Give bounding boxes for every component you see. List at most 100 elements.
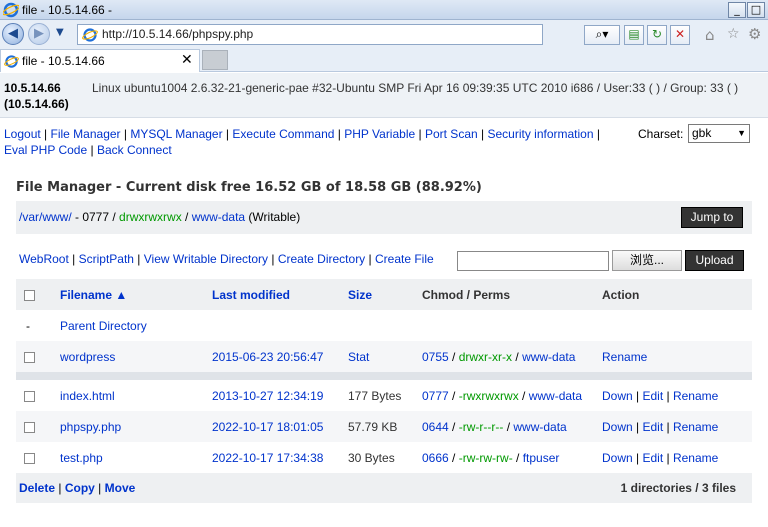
jump-to-button[interactable]: Jump to bbox=[681, 207, 743, 228]
down-link[interactable]: Down bbox=[602, 451, 633, 465]
charset-select[interactable]: gbk ▼ bbox=[688, 124, 750, 143]
modified-link[interactable]: 2022-10-17 17:34:38 bbox=[212, 451, 323, 465]
perms-text: drwxr-xr-x bbox=[458, 349, 513, 364]
edit-link[interactable]: Edit bbox=[642, 389, 663, 403]
address-bar[interactable]: http://10.5.14.66/phpspy.php bbox=[77, 24, 543, 45]
menu-logout[interactable]: Logout bbox=[4, 127, 41, 141]
perms-text: -rw-rw-rw- bbox=[458, 450, 513, 465]
tab-active[interactable]: file - 10.5.14.66 ✕ bbox=[0, 49, 200, 72]
chmod-link[interactable]: 0777 bbox=[422, 389, 449, 403]
page-ie-icon bbox=[82, 28, 98, 42]
path-writable: (Writable) bbox=[245, 210, 301, 224]
perms-text: -rw-r--r-- bbox=[458, 419, 504, 434]
charset-label: Charset: bbox=[638, 127, 684, 141]
parent-directory-link[interactable]: Parent Directory bbox=[60, 319, 147, 333]
home-icon[interactable]: ⌂ bbox=[705, 26, 715, 44]
menu-execute-command[interactable]: Execute Command bbox=[232, 127, 334, 141]
rename-link[interactable]: Rename bbox=[673, 389, 718, 403]
rename-link[interactable]: Rename bbox=[673, 420, 718, 434]
upload-file-input[interactable] bbox=[457, 251, 609, 271]
table-row: wordpress 2015-06-23 20:56:47 Stat 0755 … bbox=[16, 341, 752, 372]
create-directory-link[interactable]: Create Directory bbox=[278, 252, 365, 266]
chmod-link[interactable]: 0644 bbox=[422, 420, 449, 434]
chmod-link[interactable]: 0755 bbox=[422, 350, 449, 364]
edit-link[interactable]: Edit bbox=[642, 451, 663, 465]
size-text: 177 Bytes bbox=[348, 388, 402, 403]
column-action: Action bbox=[598, 279, 752, 310]
new-tab-button[interactable] bbox=[202, 50, 228, 70]
row-checkbox[interactable] bbox=[24, 421, 35, 433]
refresh-icon[interactable]: ↻ bbox=[647, 25, 667, 45]
sort-size[interactable]: Size bbox=[348, 288, 372, 302]
column-chmod: Chmod / Perms bbox=[418, 279, 598, 310]
tab-close-icon[interactable]: ✕ bbox=[181, 52, 193, 68]
sort-filename[interactable]: Filename ▲ bbox=[60, 288, 127, 302]
stat-link[interactable]: Stat bbox=[348, 350, 369, 364]
owner-link[interactable]: www-data bbox=[529, 389, 582, 403]
path-link[interactable]: /var/www/ bbox=[19, 210, 72, 224]
url-text: http://10.5.14.66/phpspy.php bbox=[102, 27, 254, 41]
directory-name-link[interactable]: wordpress bbox=[60, 350, 115, 364]
rename-link[interactable]: Rename bbox=[673, 451, 718, 465]
page-title: File Manager - Current disk free 16.52 G… bbox=[16, 180, 482, 195]
menu-mysql-manager[interactable]: MYSQL Manager bbox=[130, 127, 222, 141]
row-checkbox[interactable] bbox=[24, 390, 35, 402]
owner-link[interactable]: www-data bbox=[513, 420, 566, 434]
view-writable-directory-link[interactable]: View Writable Directory bbox=[144, 252, 268, 266]
edit-link[interactable]: Edit bbox=[642, 420, 663, 434]
menu-eval-php-code[interactable]: Eval PHP Code bbox=[4, 143, 87, 157]
parent-marker: - bbox=[26, 318, 30, 333]
size-text: 30 Bytes bbox=[348, 450, 395, 465]
window-titlebar: file - 10.5.14.66 - _ □ bbox=[0, 0, 768, 20]
chevron-down-icon: ▼ bbox=[737, 128, 746, 138]
favorites-star-icon[interactable]: ☆ bbox=[727, 26, 740, 42]
menu-php-variable[interactable]: PHP Variable bbox=[344, 127, 415, 141]
delete-link[interactable]: Delete bbox=[19, 481, 55, 495]
row-checkbox[interactable] bbox=[24, 452, 35, 464]
ie-logo-icon bbox=[3, 2, 19, 18]
file-name-link[interactable]: index.html bbox=[60, 389, 115, 403]
settings-gear-icon[interactable]: ⚙ bbox=[748, 25, 761, 43]
menu-back-connect[interactable]: Back Connect bbox=[97, 143, 172, 157]
copy-link[interactable]: Copy bbox=[65, 481, 95, 495]
minimize-button[interactable]: _ bbox=[728, 2, 746, 18]
window-title: file - 10.5.14.66 - bbox=[22, 3, 113, 17]
forward-arrow-icon[interactable]: ▶ bbox=[28, 23, 50, 45]
owner-link[interactable]: www-data bbox=[522, 350, 575, 364]
chmod-link[interactable]: 0666 bbox=[422, 451, 449, 465]
browse-button[interactable]: 浏览... bbox=[612, 250, 682, 271]
upload-button[interactable]: Upload bbox=[685, 250, 744, 271]
toolbar-links: WebRoot | ScriptPath | View Writable Dir… bbox=[19, 252, 434, 266]
scriptpath-link[interactable]: ScriptPath bbox=[79, 252, 134, 266]
back-arrow-icon[interactable]: ◀ bbox=[2, 23, 24, 45]
main-menu: Logout | File Manager | MYSQL Manager | … bbox=[4, 127, 600, 157]
move-link[interactable]: Move bbox=[105, 481, 136, 495]
file-name-link[interactable]: test.php bbox=[60, 451, 103, 465]
webroot-link[interactable]: WebRoot bbox=[19, 252, 69, 266]
modified-link[interactable]: 2013-10-27 12:34:19 bbox=[212, 389, 323, 403]
modified-link[interactable]: 2015-06-23 20:56:47 bbox=[212, 350, 323, 364]
select-all-checkbox[interactable] bbox=[24, 289, 35, 301]
menu-port-scan[interactable]: Port Scan bbox=[425, 127, 478, 141]
create-file-link[interactable]: Create File bbox=[375, 252, 434, 266]
search-dropdown-icon[interactable]: ⌕▾ bbox=[584, 25, 620, 45]
menu-security-information[interactable]: Security information bbox=[487, 127, 593, 141]
owner-link[interactable]: ftpuser bbox=[523, 451, 560, 465]
file-name-link[interactable]: phpspy.php bbox=[60, 420, 121, 434]
stop-icon[interactable]: ✕ bbox=[670, 25, 690, 45]
down-link[interactable]: Down bbox=[602, 389, 633, 403]
modified-link[interactable]: 2022-10-17 18:01:05 bbox=[212, 420, 323, 434]
server-system-info: Linux ubuntu1004 2.6.32-21-generic-pae #… bbox=[92, 81, 739, 95]
down-link[interactable]: Down bbox=[602, 420, 633, 434]
table-row: test.php 2022-10-17 17:34:38 30 Bytes 06… bbox=[16, 442, 752, 473]
rename-link[interactable]: Rename bbox=[602, 350, 647, 364]
sort-modified[interactable]: Last modified bbox=[212, 288, 290, 302]
row-checkbox[interactable] bbox=[24, 351, 35, 363]
path-perms: drwxrwxrwx bbox=[119, 210, 182, 224]
history-dropdown-icon[interactable]: ▼ bbox=[56, 27, 64, 38]
menu-file-manager[interactable]: File Manager bbox=[51, 127, 121, 141]
path-owner-link[interactable]: www-data bbox=[192, 210, 245, 224]
compat-view-icon[interactable]: ▤ bbox=[624, 25, 644, 45]
maximize-button[interactable]: □ bbox=[747, 2, 765, 18]
tab-label: file - 10.5.14.66 bbox=[22, 54, 105, 68]
